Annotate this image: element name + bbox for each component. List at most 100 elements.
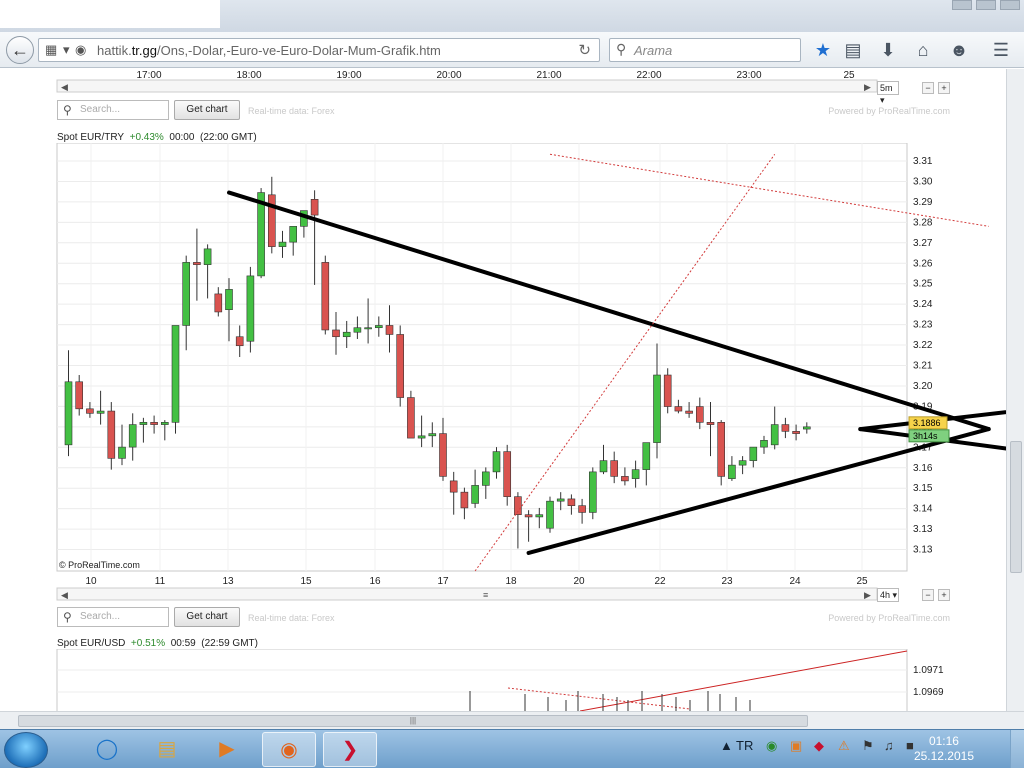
- bottom-chart-search-input[interactable]: ⚲ Search...: [57, 607, 169, 627]
- tray-app3-icon[interactable]: ◆: [814, 738, 824, 754]
- candle-up: [770, 424, 779, 446]
- tray-warning-icon[interactable]: ⚠: [838, 738, 850, 754]
- candle-up: [653, 374, 661, 443]
- countdown-tag-label: 3h14s: [913, 431, 938, 441]
- scroll-left-arrow[interactable]: ◀: [61, 82, 68, 92]
- home-icon[interactable]: ⌂: [912, 40, 934, 61]
- explorer-task-icon[interactable]: ▤: [140, 732, 194, 767]
- main-candlestick-chart[interactable]: 3.31 3.30 3.29 3.28 3.27 3.26 3.25 3.24 3.23 3.22…: [0, 143, 1006, 613]
- y-tick-label: 3.25: [913, 279, 933, 290]
- titlebar-blank: [0, 0, 220, 28]
- x-tick-label: 25: [856, 576, 868, 587]
- candle-up: [760, 440, 768, 448]
- top-chart-search-input[interactable]: ⚲ Search...: [57, 100, 169, 120]
- candle-down: [107, 410, 116, 459]
- candle-down: [503, 451, 512, 497]
- candle-down: [310, 199, 319, 216]
- dropdown-icon[interactable]: ▾: [63, 42, 70, 58]
- candle-up: [802, 426, 811, 430]
- close-button[interactable]: [1000, 0, 1020, 10]
- time-tick-label: 25: [843, 70, 855, 81]
- time-tick-label: 17:00: [136, 70, 161, 81]
- top-get-chart-button[interactable]: Get chart: [174, 100, 240, 120]
- top-chart-scrollbar[interactable]: [56, 79, 878, 93]
- scroll-grip: ≡: [483, 590, 488, 600]
- horizontal-scroll-thumb[interactable]: |||: [18, 715, 808, 727]
- search-bar[interactable]: ⚲ Arama: [609, 38, 801, 62]
- candle-up: [289, 226, 298, 243]
- y-tick-label: 3.31: [913, 156, 933, 167]
- top-search-placeholder: Search...: [80, 104, 121, 115]
- address-bar[interactable]: ▦ ▾ ◉ hattik.tr.gg/Ons,-Dolar,-Euro-ve-E…: [38, 38, 600, 62]
- x-tick-label: 20: [573, 576, 585, 587]
- search-icon: ⚲: [616, 41, 627, 57]
- bottom-candlestick-chart[interactable]: 1.0971 1.0969: [0, 649, 1006, 711]
- maximize-button[interactable]: [976, 0, 996, 10]
- candle-up: [246, 275, 255, 342]
- candle-up: [642, 442, 651, 470]
- reload-icon[interactable]: ↻: [578, 41, 591, 59]
- candle-down: [524, 514, 533, 518]
- y-tick-label: 3.14: [913, 504, 933, 515]
- media-player-task-icon[interactable]: ▶: [200, 732, 254, 767]
- bottom-y-tick-label: 1.0969: [913, 687, 944, 698]
- main-zoom-in-button[interactable]: +: [938, 589, 950, 601]
- tray-app2-icon[interactable]: ▣: [790, 738, 802, 754]
- bottom-get-chart-button[interactable]: Get chart: [174, 607, 240, 627]
- candle-down: [567, 498, 576, 506]
- candle-down: [86, 408, 94, 414]
- page-horizontal-scrollbar[interactable]: |||: [0, 711, 1024, 729]
- candle-up: [417, 435, 426, 439]
- download-icon[interactable]: ⬇: [877, 40, 899, 61]
- y-tick-label: 3.26: [913, 258, 933, 269]
- main-interval-select[interactable]: 4h ▾: [877, 588, 899, 602]
- language-indicator[interactable]: TR: [736, 738, 753, 753]
- bottom-plot-area: [56, 649, 908, 711]
- firefox-task-icon[interactable]: ◉: [262, 732, 316, 767]
- app-task-icon[interactable]: ❯: [323, 732, 377, 767]
- tray-up-arrow-icon[interactable]: ▲: [720, 738, 733, 753]
- candle-down: [332, 329, 340, 338]
- show-desktop-button[interactable]: [1010, 730, 1024, 768]
- change-percent: +0.51%: [130, 638, 166, 649]
- tray-app-icon[interactable]: ◉: [766, 738, 777, 754]
- volume-icon[interactable]: ♫: [884, 738, 894, 753]
- candle-up: [96, 410, 105, 414]
- tabs-icon: ▦: [45, 42, 58, 57]
- candle-up: [631, 469, 640, 479]
- menu-icon[interactable]: ☰: [990, 40, 1012, 61]
- vertical-scroll-thumb[interactable]: [1010, 441, 1022, 573]
- back-button[interactable]: ←: [6, 36, 34, 64]
- tray-flag-icon[interactable]: ⚑: [862, 738, 874, 754]
- top-zoom-in-button[interactable]: +: [938, 82, 950, 94]
- main-zoom-out-button[interactable]: −: [922, 589, 934, 601]
- candle-down: [578, 505, 586, 513]
- top-zoom-out-button[interactable]: −: [922, 82, 934, 94]
- candle-down: [717, 422, 726, 477]
- network-icon[interactable]: ■: [906, 738, 914, 753]
- page-vertical-scrollbar[interactable]: [1006, 69, 1024, 711]
- scroll-right-arrow[interactable]: ▶: [864, 82, 871, 92]
- candle-up: [342, 331, 351, 338]
- candle-down: [449, 480, 458, 493]
- top-realtime-label: Real-time data: Forex: [248, 106, 335, 116]
- y-tick-label: 3.15: [913, 483, 933, 494]
- ie-task-icon[interactable]: ◯: [80, 732, 134, 767]
- search-icon: ⚲: [63, 103, 72, 117]
- x-tick-label: 18: [505, 576, 517, 587]
- system-clock[interactable]: 01:16 25.12.2015: [914, 734, 974, 764]
- bookmarks-list-icon[interactable]: ▤: [842, 40, 864, 61]
- minimize-button[interactable]: [952, 0, 972, 10]
- chat-icon[interactable]: ☻: [948, 40, 970, 61]
- start-button[interactable]: [4, 732, 48, 768]
- candle-down: [193, 262, 201, 265]
- bottom-powered-label: Powered by ProRealTime.com: [828, 613, 950, 623]
- time-tick-label: 21:00: [536, 70, 561, 81]
- bookmark-star-icon[interactable]: ★: [812, 40, 834, 61]
- globe-icon: ◉: [75, 42, 87, 57]
- chart-time: 00:59: [170, 638, 196, 649]
- candle-up: [546, 500, 554, 529]
- candle-up: [203, 248, 212, 265]
- top-interval-select[interactable]: 5m ▾: [877, 81, 899, 105]
- window-titlebar: [0, 0, 1024, 32]
